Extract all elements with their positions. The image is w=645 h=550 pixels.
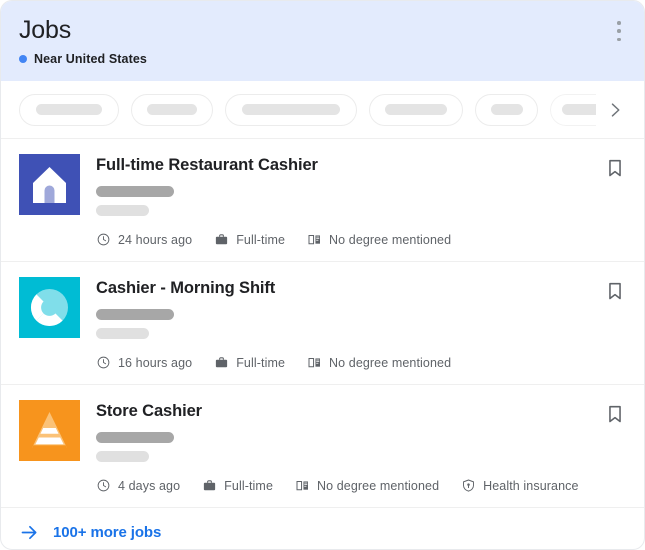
job-card[interactable]: Store Cashier 4 days ago Full-time No degre… [1,384,644,507]
job-list: Full-time Restaurant Cashier 24 hours ago… [1,138,644,507]
filter-chip-placeholder [147,104,197,115]
briefcase-icon [202,478,217,493]
clock-icon [96,355,111,370]
book-icon [307,232,322,247]
job-meta-item: No degree mentioned [307,355,451,370]
job-meta-label: 24 hours ago [118,233,192,247]
bookmark-icon[interactable] [604,157,626,179]
company-placeholder [96,432,174,443]
house-logo [19,154,80,215]
job-meta-item: 24 hours ago [96,232,192,247]
job-title: Store Cashier [96,401,626,421]
job-meta-label: Full-time [236,233,285,247]
job-meta-item: 4 days ago [96,478,180,493]
job-meta-item: Full-time [214,232,285,247]
job-meta-label: 4 days ago [118,479,180,493]
book-icon [307,355,322,370]
shield-icon [461,478,476,493]
job-meta-label: Health insurance [483,479,578,493]
job-title: Full-time Restaurant Cashier [96,155,626,175]
filter-chip-6[interactable] [550,94,596,126]
more-jobs-link[interactable]: 100+ more jobs [1,507,644,550]
filter-chips-scroller[interactable] [19,93,596,127]
arrow-right-icon [19,522,41,544]
chevron-right-icon[interactable] [600,93,630,127]
job-meta-item: No degree mentioned [307,232,451,247]
job-meta-row: 24 hours ago Full-time No degree mentioned [96,232,626,247]
briefcase-icon [214,355,229,370]
job-meta-label: Full-time [224,479,273,493]
job-meta-row: 16 hours ago Full-time No degree mentioned [96,355,626,370]
filter-chip-4[interactable] [369,94,463,126]
filter-chip-5[interactable] [475,94,538,126]
location-placeholder [96,205,149,216]
location-row: Near United States [19,52,626,66]
kebab-dot [617,21,621,25]
clock-icon [96,478,111,493]
filter-chip-placeholder [36,104,102,115]
job-meta-item: Full-time [214,355,285,370]
filter-chips-row [1,81,644,138]
job-meta-row: 4 days ago Full-time No degree mentioned He… [96,478,626,493]
job-meta-item: Full-time [202,478,273,493]
bookmark-icon[interactable] [604,280,626,302]
filter-chip-placeholder [385,104,447,115]
filter-chip-3[interactable] [225,94,357,126]
page-title: Jobs [19,15,626,45]
filter-chip-1[interactable] [19,94,119,126]
job-details: Full-time Restaurant Cashier 24 hours ago… [96,154,626,247]
more-vert-icon[interactable] [610,19,628,43]
filter-chip-placeholder [242,104,340,115]
book-icon [295,478,310,493]
job-meta-item: 16 hours ago [96,355,192,370]
job-meta-item: No degree mentioned [295,478,439,493]
filter-chip-placeholder [491,104,523,115]
location-label: Near United States [34,52,147,66]
job-meta-label: Full-time [236,356,285,370]
donut-logo [19,277,80,338]
filter-chip-2[interactable] [131,94,213,126]
job-card[interactable]: Full-time Restaurant Cashier 24 hours ago… [1,138,644,261]
job-card[interactable]: Cashier - Morning Shift 16 hours ago Full-… [1,261,644,384]
kebab-dot [617,38,621,42]
job-details: Store Cashier 4 days ago Full-time No degre… [96,400,626,493]
job-meta-item: Health insurance [461,478,578,493]
location-placeholder [96,451,149,462]
job-meta-label: No degree mentioned [317,479,439,493]
briefcase-icon [214,232,229,247]
job-details: Cashier - Morning Shift 16 hours ago Full-… [96,277,626,370]
pyramid-logo [19,400,80,461]
kebab-dot [617,29,621,33]
company-placeholder [96,186,174,197]
job-title: Cashier - Morning Shift [96,278,626,298]
job-meta-label: No degree mentioned [329,356,451,370]
jobs-header: Jobs Near United States [1,1,644,81]
location-dot-icon [19,55,27,63]
filter-chip-placeholder [562,104,596,115]
job-meta-label: 16 hours ago [118,356,192,370]
job-meta-label: No degree mentioned [329,233,451,247]
company-placeholder [96,309,174,320]
clock-icon [96,232,111,247]
bookmark-icon[interactable] [604,403,626,425]
location-placeholder [96,328,149,339]
jobs-widget: Jobs Near United States Full-time Restau… [0,0,645,550]
more-jobs-label: 100+ more jobs [53,524,161,541]
